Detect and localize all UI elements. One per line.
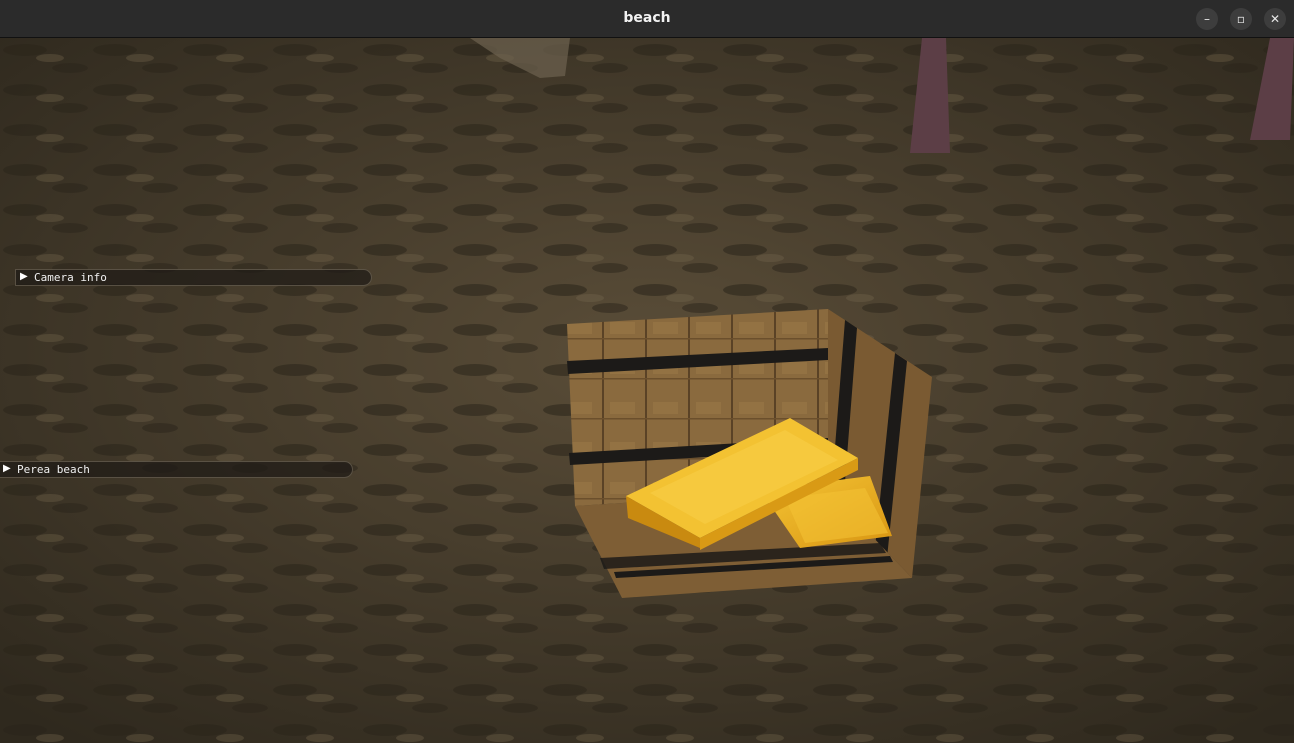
beach-scene [0,38,1294,743]
window-title: beach [623,10,671,26]
maximize-button[interactable]: ▫ [1230,8,1252,30]
close-button[interactable]: ✕ [1264,8,1286,30]
3d-viewport[interactable]: ▶ Camera info ▶ Perea beach [0,38,1294,743]
expand-arrow-icon: ▶ [20,271,28,282]
window-titlebar: beach – ▫ ✕ [0,0,1294,38]
perea-beach-label: Perea beach [17,463,90,476]
perea-beach-panel[interactable]: ▶ Perea beach [0,461,353,478]
expand-arrow-icon: ▶ [3,463,11,474]
camera-info-label: Camera info [34,271,107,284]
camera-info-panel[interactable]: ▶ Camera info [15,269,372,286]
minimize-button[interactable]: – [1196,8,1218,30]
